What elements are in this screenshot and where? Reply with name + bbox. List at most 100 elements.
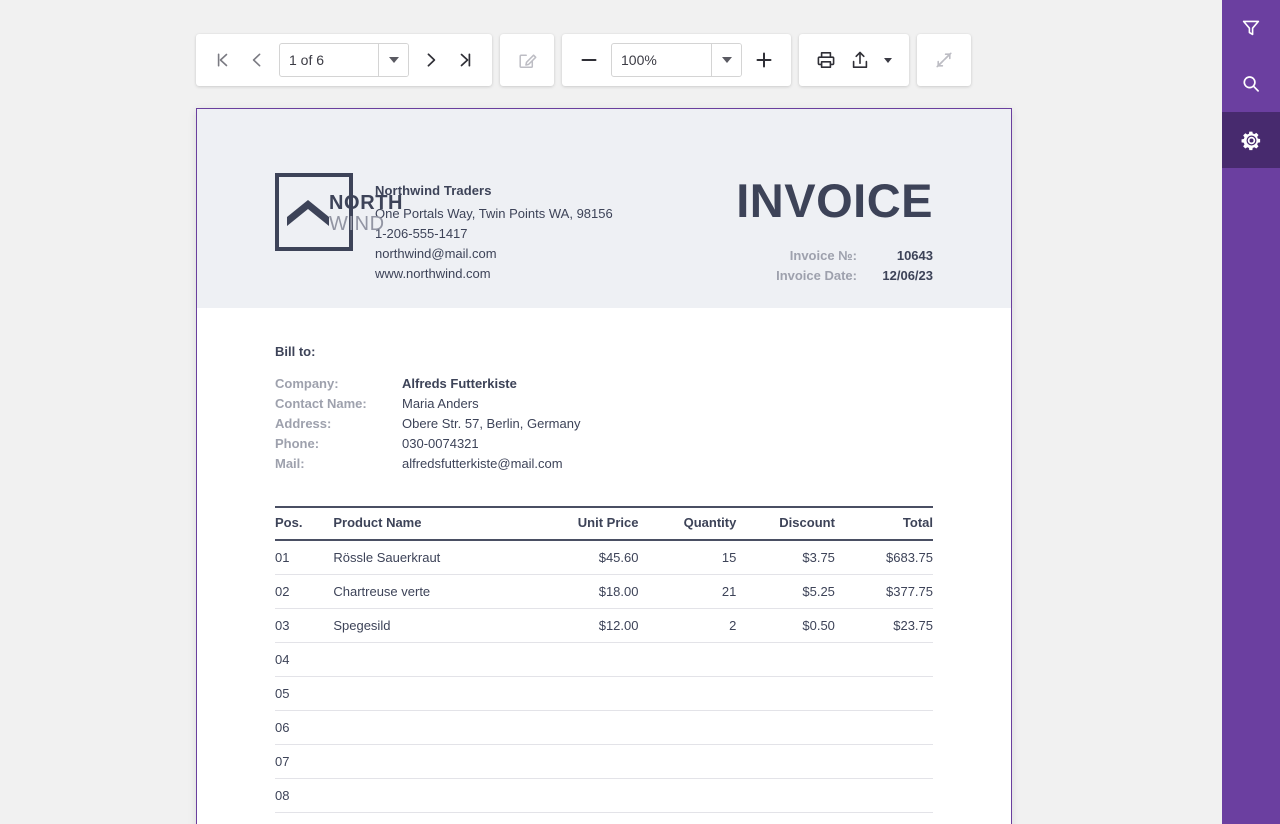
export-upload-icon — [849, 49, 871, 71]
invoice-date-value: 12/06/23 — [871, 266, 933, 286]
next-page-button[interactable] — [414, 43, 448, 77]
logo-word-top: NORTH — [329, 193, 403, 213]
chevron-left-icon — [247, 50, 267, 70]
table-row: 02Chartreuse verte$18.0021$5.25$377.75 — [275, 575, 933, 609]
toolbar-group-annotate — [500, 34, 554, 86]
page-number-input[interactable] — [280, 44, 378, 76]
cell-pos: 07 — [275, 745, 333, 779]
zoom-level-input[interactable] — [612, 44, 711, 76]
cell-pos: 08 — [275, 779, 333, 813]
last-page-button[interactable] — [448, 43, 482, 77]
table-row: 05 — [275, 677, 933, 711]
chevron-down-icon — [389, 57, 399, 63]
cell-pos: 04 — [275, 643, 333, 677]
document-page-wrapper: NORTH WIND Northwind Traders One Portals… — [196, 108, 1012, 824]
table-row: 07 — [275, 745, 933, 779]
table-row: 06 — [275, 711, 933, 745]
company-email: northwind@mail.com — [375, 244, 613, 264]
cell-product-name — [333, 643, 532, 677]
right-sidebar — [1222, 0, 1280, 824]
invoice-meta-block: INVOICE Invoice №: 10643 Invoice Date: 1… — [633, 171, 933, 308]
brand-block: NORTH WIND Northwind Traders One Portals… — [275, 171, 613, 308]
cell-unit-price — [533, 677, 639, 711]
cell-unit-price: $18.00 — [533, 575, 639, 609]
previous-page-button[interactable] — [240, 43, 274, 77]
invoice-title: INVOICE — [633, 177, 933, 224]
app-root: NORTH WIND Northwind Traders One Portals… — [0, 0, 1280, 824]
cell-discount: $0.50 — [736, 609, 835, 643]
invoice-date-row: Invoice Date: 12/06/23 — [633, 266, 933, 286]
toolbar-group-zoom — [562, 34, 791, 86]
cell-discount — [736, 745, 835, 779]
company-address: One Portals Way, Twin Points WA, 98156 — [375, 204, 613, 224]
cell-unit-price — [533, 711, 639, 745]
bill-to-row: Mail: alfredsfutterkiste@mail.com — [275, 454, 580, 474]
page-dropdown-button[interactable] — [378, 44, 408, 76]
bill-to-value: Obere Str. 57, Berlin, Germany — [402, 414, 580, 434]
cell-product-name — [333, 677, 532, 711]
bill-to-label: Company: — [275, 374, 402, 394]
zoom-selector[interactable] — [611, 43, 742, 77]
bill-to-heading: Bill to: — [275, 308, 933, 359]
cell-discount — [736, 643, 835, 677]
cell-quantity: 15 — [638, 540, 736, 575]
logo-wordmark: NORTH WIND — [329, 193, 403, 234]
cell-quantity: 2 — [638, 609, 736, 643]
cell-discount — [736, 779, 835, 813]
zoom-dropdown-button[interactable] — [711, 44, 741, 76]
invoice-items-table: Pos. Product Name Unit Price Quantity Di… — [275, 506, 933, 824]
column-header-unit-price: Unit Price — [533, 507, 639, 540]
bill-to-label: Mail: — [275, 454, 402, 474]
bill-to-table: Company: Alfreds Futterkiste Contact Nam… — [275, 374, 580, 474]
cell-product-name — [333, 711, 532, 745]
cell-product-name — [333, 745, 532, 779]
cell-pos: 03 — [275, 609, 333, 643]
cell-pos: 05 — [275, 677, 333, 711]
sidebar-item-parameters[interactable] — [1222, 112, 1280, 168]
invoice-page: NORTH WIND Northwind Traders One Portals… — [196, 108, 1012, 824]
invoice-number-row: Invoice №: 10643 — [633, 246, 933, 266]
cell-total — [835, 643, 933, 677]
export-button[interactable] — [843, 43, 877, 77]
column-header-quantity: Quantity — [638, 507, 736, 540]
chevron-up-icon — [287, 200, 329, 226]
zoom-out-button[interactable] — [572, 43, 606, 77]
table-row: 04 — [275, 643, 933, 677]
invoice-date-label: Invoice Date: — [776, 266, 857, 286]
bill-to-rows: Company: Alfreds Futterkiste Contact Nam… — [275, 374, 580, 474]
edit-document-icon — [516, 49, 538, 71]
invoice-items-header: Pos. Product Name Unit Price Quantity Di… — [275, 507, 933, 540]
cell-unit-price: $45.60 — [533, 540, 639, 575]
sidebar-item-filter[interactable] — [1222, 0, 1280, 56]
page-selector[interactable] — [279, 43, 409, 77]
cell-pos: 01 — [275, 540, 333, 575]
cell-quantity — [638, 779, 736, 813]
company-website: www.northwind.com — [375, 264, 613, 284]
invoice-body: Bill to: Company: Alfreds Futterkiste Co… — [197, 308, 1011, 824]
cell-discount: $5.25 — [736, 575, 835, 609]
fit-to-page-button[interactable] — [927, 43, 961, 77]
cell-discount — [736, 711, 835, 745]
annotate-button[interactable] — [510, 43, 544, 77]
cell-total — [835, 677, 933, 711]
cell-quantity — [638, 711, 736, 745]
gear-icon — [1240, 129, 1263, 152]
sidebar-item-search[interactable] — [1222, 56, 1280, 112]
export-dropdown-button[interactable] — [877, 43, 899, 77]
cell-unit-price — [533, 745, 639, 779]
company-name: Northwind Traders — [375, 183, 613, 198]
bill-to-row: Contact Name: Maria Anders — [275, 394, 580, 414]
bill-to-value: Alfreds Futterkiste — [402, 374, 580, 394]
cell-product-name: Chartreuse verte — [333, 575, 532, 609]
cell-unit-price: $12.00 — [533, 609, 639, 643]
cell-total — [835, 711, 933, 745]
cell-total: $23.75 — [835, 609, 933, 643]
company-info: Northwind Traders One Portals Way, Twin … — [375, 171, 613, 284]
first-page-button[interactable] — [206, 43, 240, 77]
print-button[interactable] — [809, 43, 843, 77]
logo-word-bottom: WIND — [329, 214, 403, 234]
table-row: 03Spegesild$12.002$0.50$23.75 — [275, 609, 933, 643]
zoom-in-button[interactable] — [747, 43, 781, 77]
invoice-items-body: 01Rössle Sauerkraut$45.6015$3.75$683.750… — [275, 540, 933, 824]
cell-total — [835, 779, 933, 813]
